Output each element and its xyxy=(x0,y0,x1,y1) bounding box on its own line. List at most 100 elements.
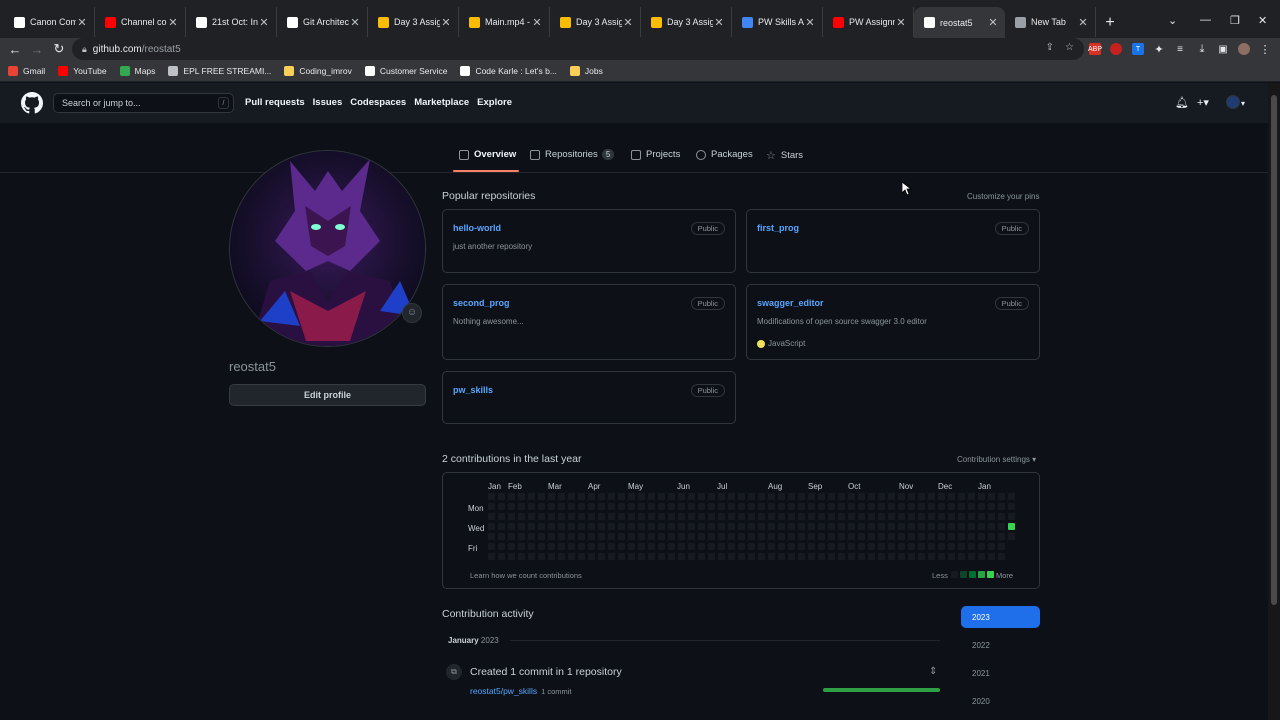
contribution-day-cell[interactable] xyxy=(998,523,1005,530)
contribution-day-cell[interactable] xyxy=(608,543,615,550)
contribution-day-cell[interactable] xyxy=(548,543,555,550)
contribution-day-cell[interactable] xyxy=(628,523,635,530)
contribution-day-cell[interactable] xyxy=(988,553,995,560)
contribution-day-cell[interactable] xyxy=(518,543,525,550)
contribution-day-cell[interactable] xyxy=(828,553,835,560)
contribution-day-cell[interactable] xyxy=(928,503,935,510)
contribution-day-cell[interactable] xyxy=(908,533,915,540)
contribution-day-cell[interactable] xyxy=(508,533,515,540)
contribution-day-cell[interactable] xyxy=(918,513,925,520)
contribution-day-cell[interactable] xyxy=(828,543,835,550)
contribution-day-cell[interactable] xyxy=(588,513,595,520)
contribution-day-cell[interactable] xyxy=(528,503,535,510)
contribution-day-cell[interactable] xyxy=(828,513,835,520)
contribution-day-cell[interactable] xyxy=(978,553,985,560)
contribution-day-cell[interactable] xyxy=(798,553,805,560)
contribution-day-cell[interactable] xyxy=(578,503,585,510)
contribution-day-cell[interactable] xyxy=(648,503,655,510)
bookmark-star-icon[interactable]: ☆ xyxy=(1065,42,1074,53)
contribution-day-cell[interactable] xyxy=(858,533,865,540)
contribution-day-cell[interactable] xyxy=(728,523,735,530)
contribution-day-cell[interactable] xyxy=(978,533,985,540)
contribution-day-cell[interactable] xyxy=(798,493,805,500)
contribution-day-cell[interactable] xyxy=(748,553,755,560)
contribution-day-cell[interactable] xyxy=(558,513,565,520)
contribution-day-cell[interactable] xyxy=(648,543,655,550)
contribution-day-cell[interactable] xyxy=(988,503,995,510)
browser-tab[interactable]: PW Skills Ass✕ xyxy=(732,7,823,37)
contribution-day-cell[interactable] xyxy=(558,553,565,560)
contribution-day-cell[interactable] xyxy=(608,493,615,500)
contribution-day-cell[interactable] xyxy=(838,493,845,500)
contribution-day-cell[interactable] xyxy=(948,493,955,500)
contribution-day-cell[interactable] xyxy=(548,553,555,560)
contribution-day-cell[interactable] xyxy=(588,503,595,510)
contribution-day-cell[interactable] xyxy=(818,523,825,530)
user-avatar[interactable] xyxy=(1226,95,1240,109)
contribution-day-cell[interactable] xyxy=(758,523,765,530)
contribution-day-cell[interactable] xyxy=(698,513,705,520)
contribution-day-cell[interactable] xyxy=(848,533,855,540)
contribution-day-cell[interactable] xyxy=(998,553,1005,560)
contribution-day-cell[interactable] xyxy=(808,533,815,540)
tab-close-icon[interactable]: ✕ xyxy=(349,16,361,29)
contribution-day-cell[interactable] xyxy=(778,523,785,530)
contribution-day-cell[interactable] xyxy=(528,543,535,550)
contribution-day-cell[interactable] xyxy=(648,533,655,540)
contribution-day-cell[interactable] xyxy=(688,503,695,510)
contribution-day-cell[interactable] xyxy=(568,553,575,560)
contribution-day-cell[interactable] xyxy=(738,553,745,560)
contribution-day-cell[interactable] xyxy=(908,493,915,500)
contribution-day-cell[interactable] xyxy=(1008,533,1015,540)
extension-blue-icon[interactable]: T xyxy=(1132,43,1144,55)
notifications-bell-icon[interactable]: 🔔︎ xyxy=(1175,96,1189,109)
tab-close-icon[interactable]: ✕ xyxy=(167,16,179,29)
contribution-day-cell[interactable] xyxy=(928,523,935,530)
contribution-day-cell[interactable] xyxy=(678,523,685,530)
repo-name-link[interactable]: hello-world xyxy=(453,223,501,233)
bookmark-item[interactable]: Customer Service xyxy=(364,65,447,76)
contribution-day-cell[interactable] xyxy=(828,503,835,510)
contribution-day-cell[interactable] xyxy=(608,513,615,520)
contribution-day-cell[interactable] xyxy=(848,503,855,510)
contribution-day-cell[interactable] xyxy=(568,503,575,510)
contribution-day-cell[interactable] xyxy=(678,493,685,500)
share-icon[interactable]: ⇪ xyxy=(1046,42,1054,53)
contribution-day-cell[interactable] xyxy=(488,533,495,540)
contribution-day-cell[interactable] xyxy=(968,493,975,500)
browser-tab[interactable]: Day 3 Assign✕ xyxy=(641,7,732,37)
contribution-day-cell[interactable] xyxy=(898,553,905,560)
contribution-day-cell[interactable] xyxy=(908,553,915,560)
contribution-day-cell[interactable] xyxy=(538,553,545,560)
contribution-day-cell[interactable] xyxy=(708,503,715,510)
contribution-day-cell[interactable] xyxy=(548,533,555,540)
contribution-day-cell[interactable] xyxy=(888,543,895,550)
contribution-day-cell[interactable] xyxy=(778,513,785,520)
contribution-day-cell[interactable] xyxy=(578,513,585,520)
contribution-day-cell[interactable] xyxy=(918,543,925,550)
contribution-day-cell[interactable] xyxy=(548,523,555,530)
contribution-day-cell[interactable] xyxy=(868,533,875,540)
contribution-day-cell[interactable] xyxy=(688,533,695,540)
contribution-day-cell[interactable] xyxy=(588,523,595,530)
contribution-day-cell[interactable] xyxy=(618,513,625,520)
minimize-icon[interactable]: — xyxy=(1200,14,1211,26)
contribution-day-cell[interactable] xyxy=(878,513,885,520)
contribution-day-cell[interactable] xyxy=(858,493,865,500)
contribution-day-cell[interactable] xyxy=(998,513,1005,520)
contribution-day-cell[interactable] xyxy=(668,523,675,530)
contribution-day-cell[interactable] xyxy=(718,493,725,500)
contribution-day-cell[interactable] xyxy=(768,493,775,500)
contribution-day-cell[interactable] xyxy=(638,503,645,510)
set-status-icon[interactable]: ☺ xyxy=(402,303,422,323)
contribution-day-cell[interactable] xyxy=(948,503,955,510)
contribution-day-cell[interactable] xyxy=(658,533,665,540)
contribution-day-cell[interactable] xyxy=(938,493,945,500)
contribution-day-cell[interactable] xyxy=(718,503,725,510)
contribution-day-cell[interactable] xyxy=(838,553,845,560)
contribution-day-cell[interactable] xyxy=(618,523,625,530)
contribution-day-cell[interactable] xyxy=(1008,513,1015,520)
contribution-day-cell[interactable] xyxy=(598,533,605,540)
contribution-day-cell[interactable] xyxy=(608,503,615,510)
nav-marketplace[interactable]: Marketplace xyxy=(414,97,469,108)
